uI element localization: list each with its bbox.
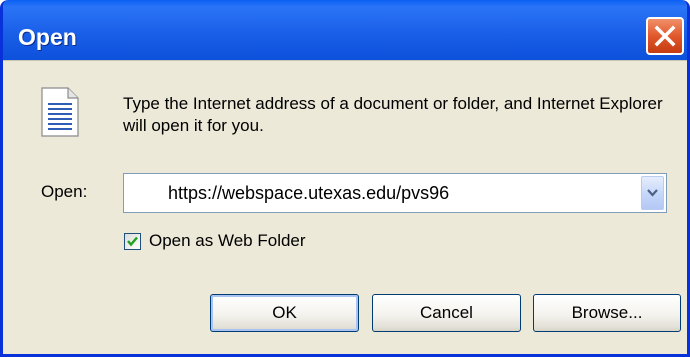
ok-button[interactable]: OK — [210, 294, 359, 332]
address-dropdown-button[interactable] — [641, 176, 664, 210]
close-icon — [654, 25, 676, 47]
cancel-button[interactable]: Cancel — [372, 294, 521, 332]
web-folder-checkbox[interactable] — [124, 233, 141, 250]
open-label: Open: — [41, 182, 88, 201]
close-button[interactable] — [646, 17, 684, 55]
instruction-text: Type the Internet address of a document … — [123, 94, 663, 135]
checkmark-icon — [127, 236, 138, 247]
address-input[interactable]: https://webspace.utexas.edu/pvs96 — [168, 183, 449, 204]
browse-button[interactable]: Browse... — [533, 294, 681, 332]
open-dialog: Open Type the Internet address of a docu… — [0, 0, 690, 357]
chevron-down-icon — [647, 189, 658, 197]
address-combobox[interactable]: https://webspace.utexas.edu/pvs96 — [123, 173, 667, 213]
dialog-title: Open — [18, 24, 77, 50]
document-icon — [41, 87, 79, 137]
dialog-body: Type the Internet address of a document … — [3, 60, 687, 354]
web-folder-checkbox-label[interactable]: Open as Web Folder — [149, 231, 306, 251]
